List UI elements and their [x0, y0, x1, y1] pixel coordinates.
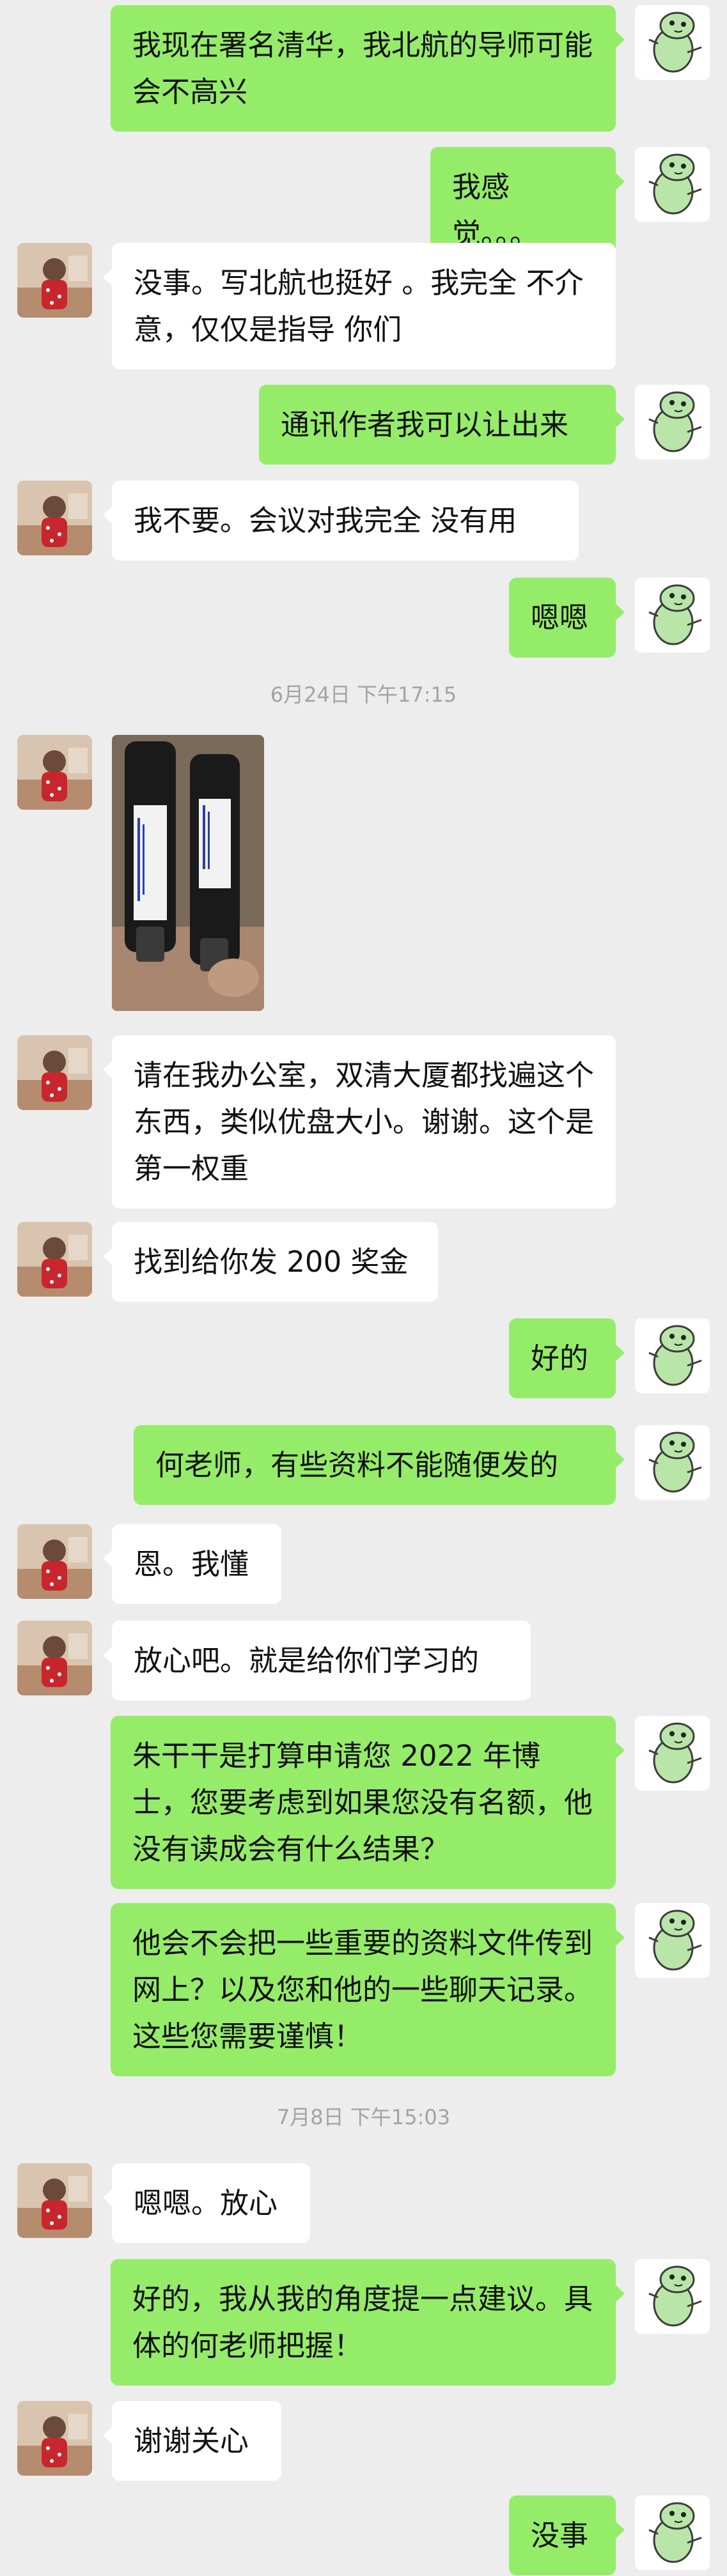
message-text: 好的 — [531, 1341, 589, 1375]
message-bubble[interactable]: 放心吧。就是给你们学习的 — [103, 1621, 531, 1701]
message-bubble[interactable]: 他会不会把一些重要的资料文件传到网上？以及您和他的一些聊天记录。这些您需要谨慎！ — [111, 1903, 625, 2076]
message-text: 他会不会把一些重要的资料文件传到网上？以及您和他的一些聊天记录。这些您需要谨慎！ — [132, 1926, 593, 2053]
dinosaur-avatar-icon[interactable] — [635, 1903, 710, 1978]
message-text: 好的，我从我的角度提一点建议。具体的何老师把握！ — [132, 2282, 593, 2363]
usb-drive-photo-icon[interactable] — [112, 735, 264, 1011]
user-avatar-icon[interactable] — [17, 1621, 92, 1695]
message-text: 谢谢关心 — [134, 2424, 249, 2458]
message-bubble[interactable]: 好的，我从我的角度提一点建议。具体的何老师把握！ — [111, 2259, 625, 2386]
message-text: 我现在署名清华，我北航的导师可能会不高兴 — [132, 28, 593, 109]
message-text: 请在我办公室，双清大厦都找遍这个东西，类似优盘大小。谢谢。这个是第一权重 — [134, 1058, 595, 1185]
message-text: 没事 — [531, 2518, 589, 2552]
message-bubble[interactable]: 我现在署名清华，我北航的导师可能会不高兴 — [111, 5, 625, 132]
user-avatar-icon[interactable] — [17, 1524, 92, 1599]
message-bubble[interactable]: 谢谢关心 — [103, 2401, 281, 2481]
message-bubble[interactable]: 嗯嗯 — [509, 578, 625, 658]
message-text: 何老师，有些资料不能随便发的 — [155, 1448, 559, 1482]
message-text: 嗯嗯。放心 — [134, 2186, 278, 2220]
message-bubble[interactable]: 请在我办公室，双清大厦都找遍这个东西，类似优盘大小。谢谢。这个是第一权重 — [103, 1035, 616, 1208]
dinosaur-avatar-icon[interactable] — [635, 1318, 710, 1393]
message-text: 没事。写北航也挺好 。我完全 不介意，仅仅是指导 你们 — [134, 266, 584, 346]
message-text: 我感觉。。。 — [452, 170, 539, 251]
message-text: 朱干干是打算申请您 2022 年博士，您要考虑到如果您没有名额，他没有读成会有什… — [132, 1739, 593, 1866]
message-bubble[interactable]: 没事。写北航也挺好 。我完全 不介意，仅仅是指导 你们 — [103, 243, 616, 369]
message-bubble[interactable]: 朱干干是打算申请您 2022 年博士，您要考虑到如果您没有名额，他没有读成会有什… — [111, 1716, 625, 1889]
message-bubble[interactable]: 没事 — [509, 2495, 625, 2575]
message-bubble[interactable]: 好的 — [509, 1318, 625, 1398]
user-avatar-icon[interactable] — [17, 1035, 92, 1110]
message-bubble[interactable]: 找到给你发 200 奖金 — [103, 1222, 438, 1302]
message-bubble[interactable]: 嗯嗯。放心 — [103, 2163, 310, 2243]
message-bubble[interactable]: 何老师，有些资料不能随便发的 — [134, 1425, 625, 1505]
message-text: 恩。我懂 — [134, 1547, 249, 1581]
user-avatar-icon[interactable] — [17, 481, 92, 555]
dinosaur-avatar-icon[interactable] — [635, 385, 710, 459]
dinosaur-avatar-icon[interactable] — [635, 2495, 710, 2570]
user-avatar-icon[interactable] — [17, 2401, 92, 2476]
dinosaur-avatar-icon[interactable] — [635, 578, 710, 652]
message-bubble[interactable]: 恩。我懂 — [103, 1524, 281, 1604]
dinosaur-avatar-icon[interactable] — [635, 1716, 710, 1791]
user-avatar-icon[interactable] — [17, 735, 92, 810]
timestamp: 6月24日 下午17:15 — [270, 683, 457, 707]
dinosaur-avatar-icon[interactable] — [635, 2259, 710, 2334]
user-avatar-icon[interactable] — [17, 243, 92, 318]
message-text: 放心吧。就是给你们学习的 — [134, 1644, 480, 1677]
timestamp: 7月8日 下午15:03 — [276, 2105, 451, 2129]
dinosaur-avatar-icon[interactable] — [635, 147, 710, 222]
message-bubble[interactable]: 通讯作者我可以让出来 — [259, 385, 625, 465]
dinosaur-avatar-icon[interactable] — [635, 1425, 710, 1500]
message-text: 找到给你发 200 奖金 — [134, 1245, 409, 1279]
dinosaur-avatar-icon[interactable] — [635, 5, 710, 80]
message-text: 嗯嗯 — [531, 601, 589, 635]
user-avatar-icon[interactable] — [17, 1222, 92, 1297]
message-bubble[interactable]: 我不要。会议对我完全 没有用 — [103, 481, 579, 560]
message-text: 通讯作者我可以让出来 — [281, 408, 569, 442]
message-text: 我不要。会议对我完全 没有用 — [134, 504, 517, 537]
user-avatar-icon[interactable] — [17, 2163, 92, 2238]
